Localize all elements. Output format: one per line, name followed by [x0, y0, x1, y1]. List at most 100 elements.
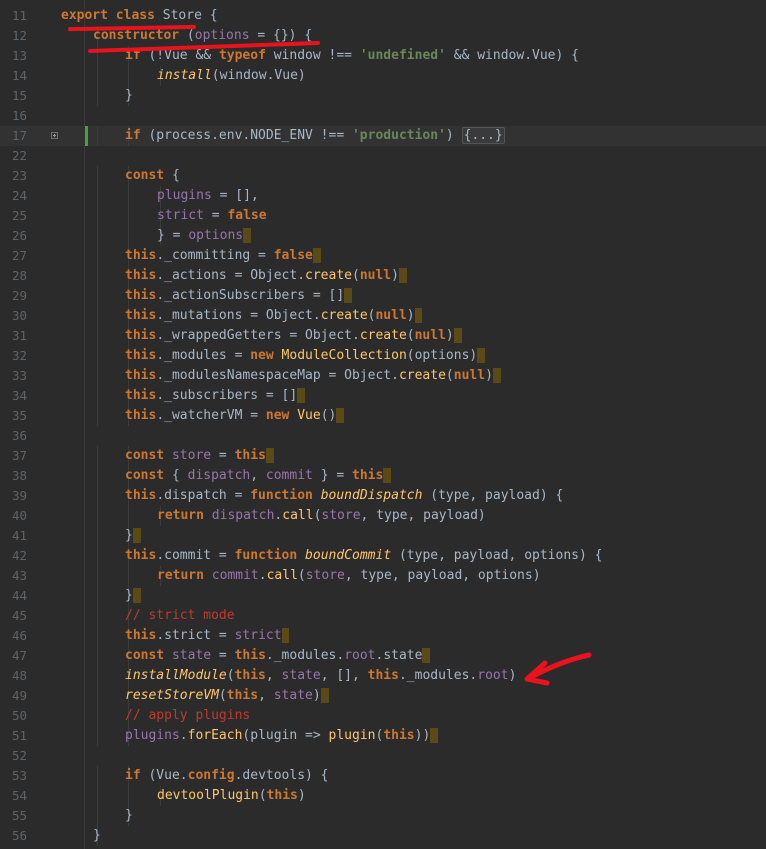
code-token: store [171, 448, 212, 463]
code-line[interactable]: 17 if (process.env.NODE_ENV !== 'producti… [0, 126, 766, 146]
indent-guide [97, 786, 98, 806]
indent-guide [97, 346, 98, 366]
indent-guide [97, 266, 98, 286]
code-line[interactable]: 56} [0, 826, 766, 846]
code-line[interactable]: 33 this._modulesNamespaceMap = Object.cre… [0, 366, 766, 386]
code-token: .strict = [156, 628, 235, 643]
code-line[interactable]: 32 this._modules = new ModuleCollection(o… [0, 346, 766, 366]
code-token: . [179, 728, 188, 743]
line-number: 51 [11, 728, 27, 743]
code-token [281, 628, 290, 643]
code-line[interactable]: 38 const { dispatch, commit } = this [0, 466, 766, 486]
code-text: this.strict = strict [125, 626, 290, 646]
code-line[interactable]: 16 [0, 106, 766, 126]
code-token: ) [485, 368, 493, 383]
code-text: this._wrappedGetters = Object.create(nul… [125, 326, 462, 346]
code-token [430, 728, 439, 743]
code-line[interactable]: 41} [0, 526, 766, 546]
code-line[interactable]: 55} [0, 806, 766, 826]
code-token [265, 448, 274, 463]
code-token: state [273, 688, 313, 703]
code-token: ( [352, 268, 360, 283]
code-line[interactable]: 48 installModule(this, state, [], this._m… [0, 666, 766, 686]
code-text: } [125, 586, 141, 606]
code-token: ._actions = Object. [156, 268, 306, 283]
code-token: { [164, 168, 180, 183]
fold-expand-icon[interactable] [51, 132, 58, 139]
code-token: strict [157, 208, 204, 223]
code-token: (process.env.NODE_ENV !== [140, 128, 352, 143]
code-token [422, 648, 431, 663]
code-token: } [125, 808, 133, 823]
indent-guide [97, 506, 98, 526]
code-line[interactable]: 40 return dispatch.call(store, type, payl… [0, 506, 766, 526]
code-line[interactable]: 43 return commit.call(store, type, payloa… [0, 566, 766, 586]
code-text: this._actionSubscribers = [] [125, 286, 352, 306]
code-token [297, 388, 306, 403]
code-line[interactable]: 54 devtoolPlugin(this) [0, 786, 766, 806]
code-token: this [125, 368, 157, 383]
code-line[interactable]: 27 this._committing = false [0, 246, 766, 266]
indent-guide [97, 646, 98, 666]
indent-guide [97, 546, 98, 566]
code-text: if (process.env.NODE_ENV !== 'production… [125, 126, 505, 146]
line-number: 15 [11, 88, 27, 103]
code-line[interactable]: 30 this._mutations = Object.create(null) [0, 306, 766, 326]
code-line[interactable]: 23 const { [0, 166, 766, 186]
code-token [344, 288, 352, 303]
code-line[interactable]: 31 this._wrappedGetters = Object.create(n… [0, 326, 766, 346]
code-line[interactable]: 53 if (Vue.config.devtools) { [0, 766, 766, 786]
code-line[interactable]: 34 this._subscribers = [] [0, 386, 766, 406]
code-line[interactable]: 44} [0, 586, 766, 606]
vcs-change-marker[interactable] [85, 126, 88, 146]
indent-guide [97, 486, 98, 506]
code-line[interactable]: 39 this.dispatch = function boundDispatch… [0, 486, 766, 506]
code-line[interactable]: 11 export class Store { [0, 6, 766, 26]
code-line[interactable]: 24 plugins = [], [0, 186, 766, 206]
indent-guide [97, 126, 98, 146]
code-token: store [321, 508, 361, 523]
code-token: .devtools) { [234, 768, 329, 783]
code-line[interactable]: 46 this.strict = strict [0, 626, 766, 646]
line-number: 53 [11, 768, 27, 783]
indent-guide [97, 806, 98, 826]
code-line[interactable]: 52 [0, 746, 766, 766]
code-token: { [164, 468, 188, 483]
folded-code-button[interactable]: {...} [461, 127, 505, 144]
line-number: 47 [11, 648, 27, 663]
code-line[interactable]: 15} [0, 86, 766, 106]
code-text: this._watcherVM = new Vue() [125, 406, 345, 426]
code-line[interactable]: 49 resetStoreVM(this, state) [0, 686, 766, 706]
code-token: typeof [218, 48, 266, 63]
code-token: } [93, 828, 101, 843]
code-token: dispatch [211, 508, 275, 523]
code-token [453, 328, 462, 343]
code-text: this._mutations = Object.create(null) [125, 306, 423, 326]
code-token: ._subscribers = [] [156, 388, 298, 403]
code-line[interactable]: 36 [0, 426, 766, 446]
code-token: = [203, 208, 228, 223]
code-token [336, 408, 345, 423]
code-line[interactable]: 25 strict = false [0, 206, 766, 226]
code-line[interactable]: 28 this._actions = Object.create(null) [0, 266, 766, 286]
code-line[interactable]: 50 // apply plugins [0, 706, 766, 726]
code-token: } [125, 88, 133, 103]
code-line[interactable]: 29 this._actionSubscribers = [] [0, 286, 766, 306]
line-number: 17 [11, 128, 27, 143]
code-line[interactable]: 51 plugins.forEach(plugin => plugin(this)… [0, 726, 766, 746]
indent-guide [97, 306, 98, 326]
code-line[interactable]: 14 install(window.Vue) [0, 66, 766, 86]
line-number: 56 [11, 828, 27, 843]
line-number: 35 [11, 408, 27, 423]
code-line[interactable]: 37 const store = this [0, 446, 766, 466]
code-line[interactable]: 42 this.commit = function boundCommit (ty… [0, 546, 766, 566]
code-line[interactable]: 35 this._watcherVM = new Vue() [0, 406, 766, 426]
code-token: ._wrappedGetters = Object. [156, 328, 360, 343]
code-line[interactable]: 22 [0, 146, 766, 166]
code-line[interactable]: 26} = options [0, 226, 766, 246]
code-line[interactable]: 47 const state = this._modules.root.state [0, 646, 766, 666]
code-line[interactable]: 45 // strict mode [0, 606, 766, 626]
code-editor[interactable]: 11 export class Store {12 constructor (opt… [0, 0, 766, 849]
code-text: export class Store { [61, 6, 218, 26]
